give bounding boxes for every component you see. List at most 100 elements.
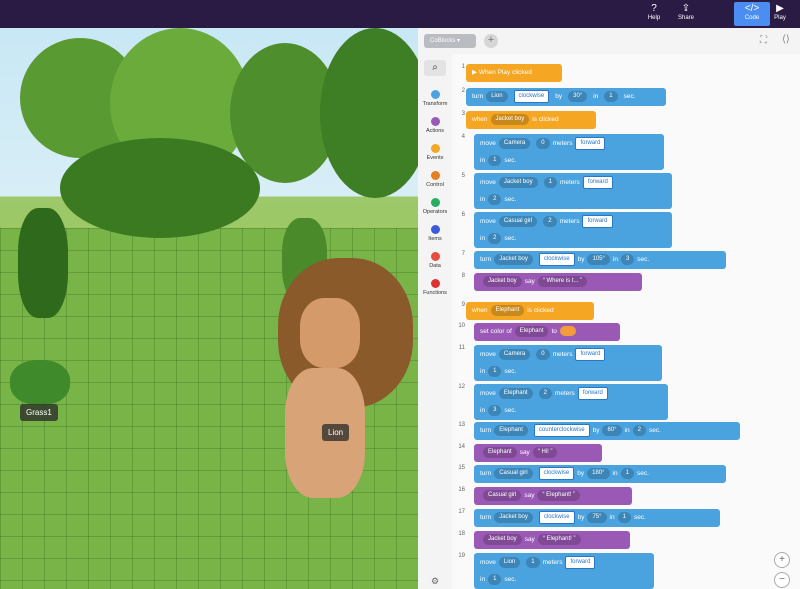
block-move[interactable]: move Casual girl 2 meters forward in 2 sec. — [474, 212, 672, 248]
text-input[interactable]: “ Hi! ” — [532, 446, 558, 458]
value-input[interactable]: 2 — [488, 193, 502, 205]
block-when-clicked[interactable]: when Jacket boy is clicked — [466, 111, 596, 129]
object-dropdown[interactable]: Elephant — [498, 387, 533, 399]
settings-icon[interactable]: ⚙ — [418, 576, 452, 587]
object-dropdown[interactable]: Jacket boy — [498, 176, 538, 188]
block-say[interactable]: Elephant say “ Hi! ” — [474, 444, 602, 462]
text-input[interactable]: “ Elephant! ” — [537, 489, 581, 501]
direction-dropdown[interactable]: clockwise — [538, 510, 575, 524]
value-input[interactable]: 1 — [604, 90, 618, 102]
block-turn[interactable]: turn Casual girl clockwise by 180° in 1 sec. — [474, 465, 726, 483]
block-turn[interactable]: turn Elephant counterclockwise by 60° in 2 sec. — [474, 422, 740, 440]
block-move[interactable]: move Elephant 2 meters forward in 3 sec. — [474, 384, 668, 420]
object-dropdown[interactable]: Lion — [498, 556, 521, 568]
value-input[interactable]: 30° — [568, 90, 588, 102]
object-dropdown[interactable]: Casual girl — [494, 467, 533, 479]
zoom-in-button[interactable]: + — [774, 552, 790, 568]
text-input[interactable]: “ Elephant! ” — [537, 533, 581, 545]
line-number: 16 — [458, 487, 465, 493]
category-functions[interactable]: Functions — [418, 279, 452, 296]
object-dropdown[interactable]: Elephant — [483, 446, 517, 458]
object-dropdown[interactable]: Jacket boy — [494, 511, 533, 523]
object-dropdown[interactable]: Camera — [498, 348, 531, 360]
object-dropdown[interactable]: Jacket boy — [483, 275, 522, 287]
direction-dropdown[interactable]: forward — [565, 555, 596, 569]
value-input[interactable]: 2 — [538, 387, 552, 399]
search-button[interactable]: ⌕ — [418, 60, 452, 76]
tab-coblocks[interactable]: CoBlocks ▾ — [424, 34, 476, 48]
object-dropdown[interactable]: Casual girl — [498, 215, 538, 227]
category-actions[interactable]: Actions — [418, 117, 452, 134]
value-input[interactable]: 1 — [543, 176, 557, 188]
block-when-play-clicked[interactable]: ▶ When Play clicked — [466, 64, 562, 82]
object-dropdown[interactable]: Jacket boy — [490, 113, 530, 125]
category-control[interactable]: Control — [418, 171, 452, 188]
category-data[interactable]: Data — [418, 252, 452, 269]
direction-dropdown[interactable]: clockwise — [538, 252, 575, 266]
value-input[interactable]: 0 — [536, 348, 550, 360]
value-input[interactable]: 1 — [526, 556, 540, 568]
value-input[interactable]: 1 — [620, 467, 634, 479]
block-move[interactable]: move Camera 0 meters forward in 1 sec. — [474, 134, 664, 170]
direction-dropdown[interactable]: forward — [575, 347, 606, 361]
color-picker[interactable] — [559, 326, 576, 337]
direction-dropdown[interactable]: forward — [577, 386, 608, 400]
object-dropdown[interactable]: Elephant — [514, 325, 549, 337]
code-workspace[interactable]: 1 ▶ When Play clicked 2 turn Lion clockwis… — [452, 54, 800, 589]
value-input[interactable]: 0 — [536, 137, 550, 149]
value-input[interactable]: 3 — [620, 253, 635, 265]
block-say[interactable]: Jacket boy say “ Where is t... ” — [474, 273, 642, 291]
value-input[interactable]: 1 — [488, 573, 502, 585]
add-tab-button[interactable]: + — [484, 34, 498, 48]
data-icon — [430, 252, 440, 261]
object-dropdown[interactable]: Lion — [486, 90, 508, 102]
direction-dropdown[interactable]: forward — [582, 214, 613, 228]
category-transform[interactable]: Transform — [418, 90, 452, 107]
block-move[interactable]: move Jacket boy 1 meters forward in 2 sec. — [474, 173, 672, 209]
zoom-out-button[interactable]: − — [774, 572, 790, 588]
object-dropdown[interactable]: Jacket boy — [494, 253, 533, 265]
direction-dropdown[interactable]: clockwise — [538, 466, 575, 480]
help-button[interactable]: ? Help — [636, 2, 672, 26]
play-button[interactable]: ▶ Play — [762, 2, 798, 26]
block-turn[interactable]: turn Jacket boy clockwise by 75° in 1 sec. — [474, 509, 720, 527]
direction-dropdown[interactable]: clockwise — [513, 89, 550, 103]
value-input[interactable]: 2 — [543, 215, 557, 227]
fullscreen-icon[interactable]: ⛶ — [760, 35, 767, 46]
block-set-color[interactable]: set color of Elephant to — [474, 323, 620, 341]
object-dropdown[interactable]: Elephant — [490, 304, 525, 316]
scene-viewport[interactable]: Grass1 Lion — [0, 28, 418, 589]
object-dropdown[interactable]: Casual girl — [483, 489, 522, 501]
block-move[interactable]: move Lion 1 meters forward in 1 sec. — [474, 553, 654, 589]
value-input[interactable]: 60° — [602, 424, 622, 436]
share-button[interactable]: ⇪ Share — [668, 2, 704, 26]
collapse-icon[interactable]: ⟨⟩ — [782, 34, 790, 45]
direction-dropdown[interactable]: forward — [575, 136, 606, 150]
value-input[interactable]: 75° — [587, 511, 607, 523]
object-dropdown[interactable]: Jacket boy — [483, 533, 522, 545]
category-items[interactable]: Items — [418, 225, 452, 242]
value-input[interactable]: 1 — [488, 365, 502, 377]
value-input[interactable]: 2 — [488, 232, 502, 244]
block-when-clicked[interactable]: when Elephant is clicked — [466, 302, 594, 320]
value-input[interactable]: 1 — [488, 154, 502, 166]
value-input[interactable]: 2 — [632, 424, 646, 436]
block-say[interactable]: Casual girl say “ Elephant! ” — [474, 487, 632, 505]
block-turn[interactable]: turn Jacket boy clockwise by 105° in 3 sec. — [474, 251, 726, 269]
block-say[interactable]: Jacket boy say “ Elephant! ” — [474, 531, 630, 549]
direction-dropdown[interactable]: forward — [582, 175, 613, 189]
value-input[interactable]: 1 — [617, 511, 631, 523]
code-panel: CoBlocks ▾ + ⛶ ⟨⟩ ⌕ Transform Actions Ev… — [418, 28, 800, 589]
line-number: 17 — [458, 509, 465, 515]
value-input[interactable]: 180° — [587, 467, 610, 479]
block-turn[interactable]: turn Lion clockwise by 30° in 1 sec. — [466, 88, 666, 106]
object-dropdown[interactable]: Camera — [498, 137, 531, 149]
value-input[interactable]: 3 — [488, 404, 502, 416]
direction-dropdown[interactable]: counterclockwise — [533, 423, 590, 437]
category-operators[interactable]: Operators — [418, 198, 452, 215]
value-input[interactable]: 105° — [587, 253, 610, 265]
text-input[interactable]: “ Where is t... ” — [537, 275, 588, 287]
block-move[interactable]: move Camera 0 meters forward in 1 sec. — [474, 345, 662, 381]
category-events[interactable]: Events — [418, 144, 452, 161]
object-dropdown[interactable]: Elephant — [494, 424, 528, 436]
